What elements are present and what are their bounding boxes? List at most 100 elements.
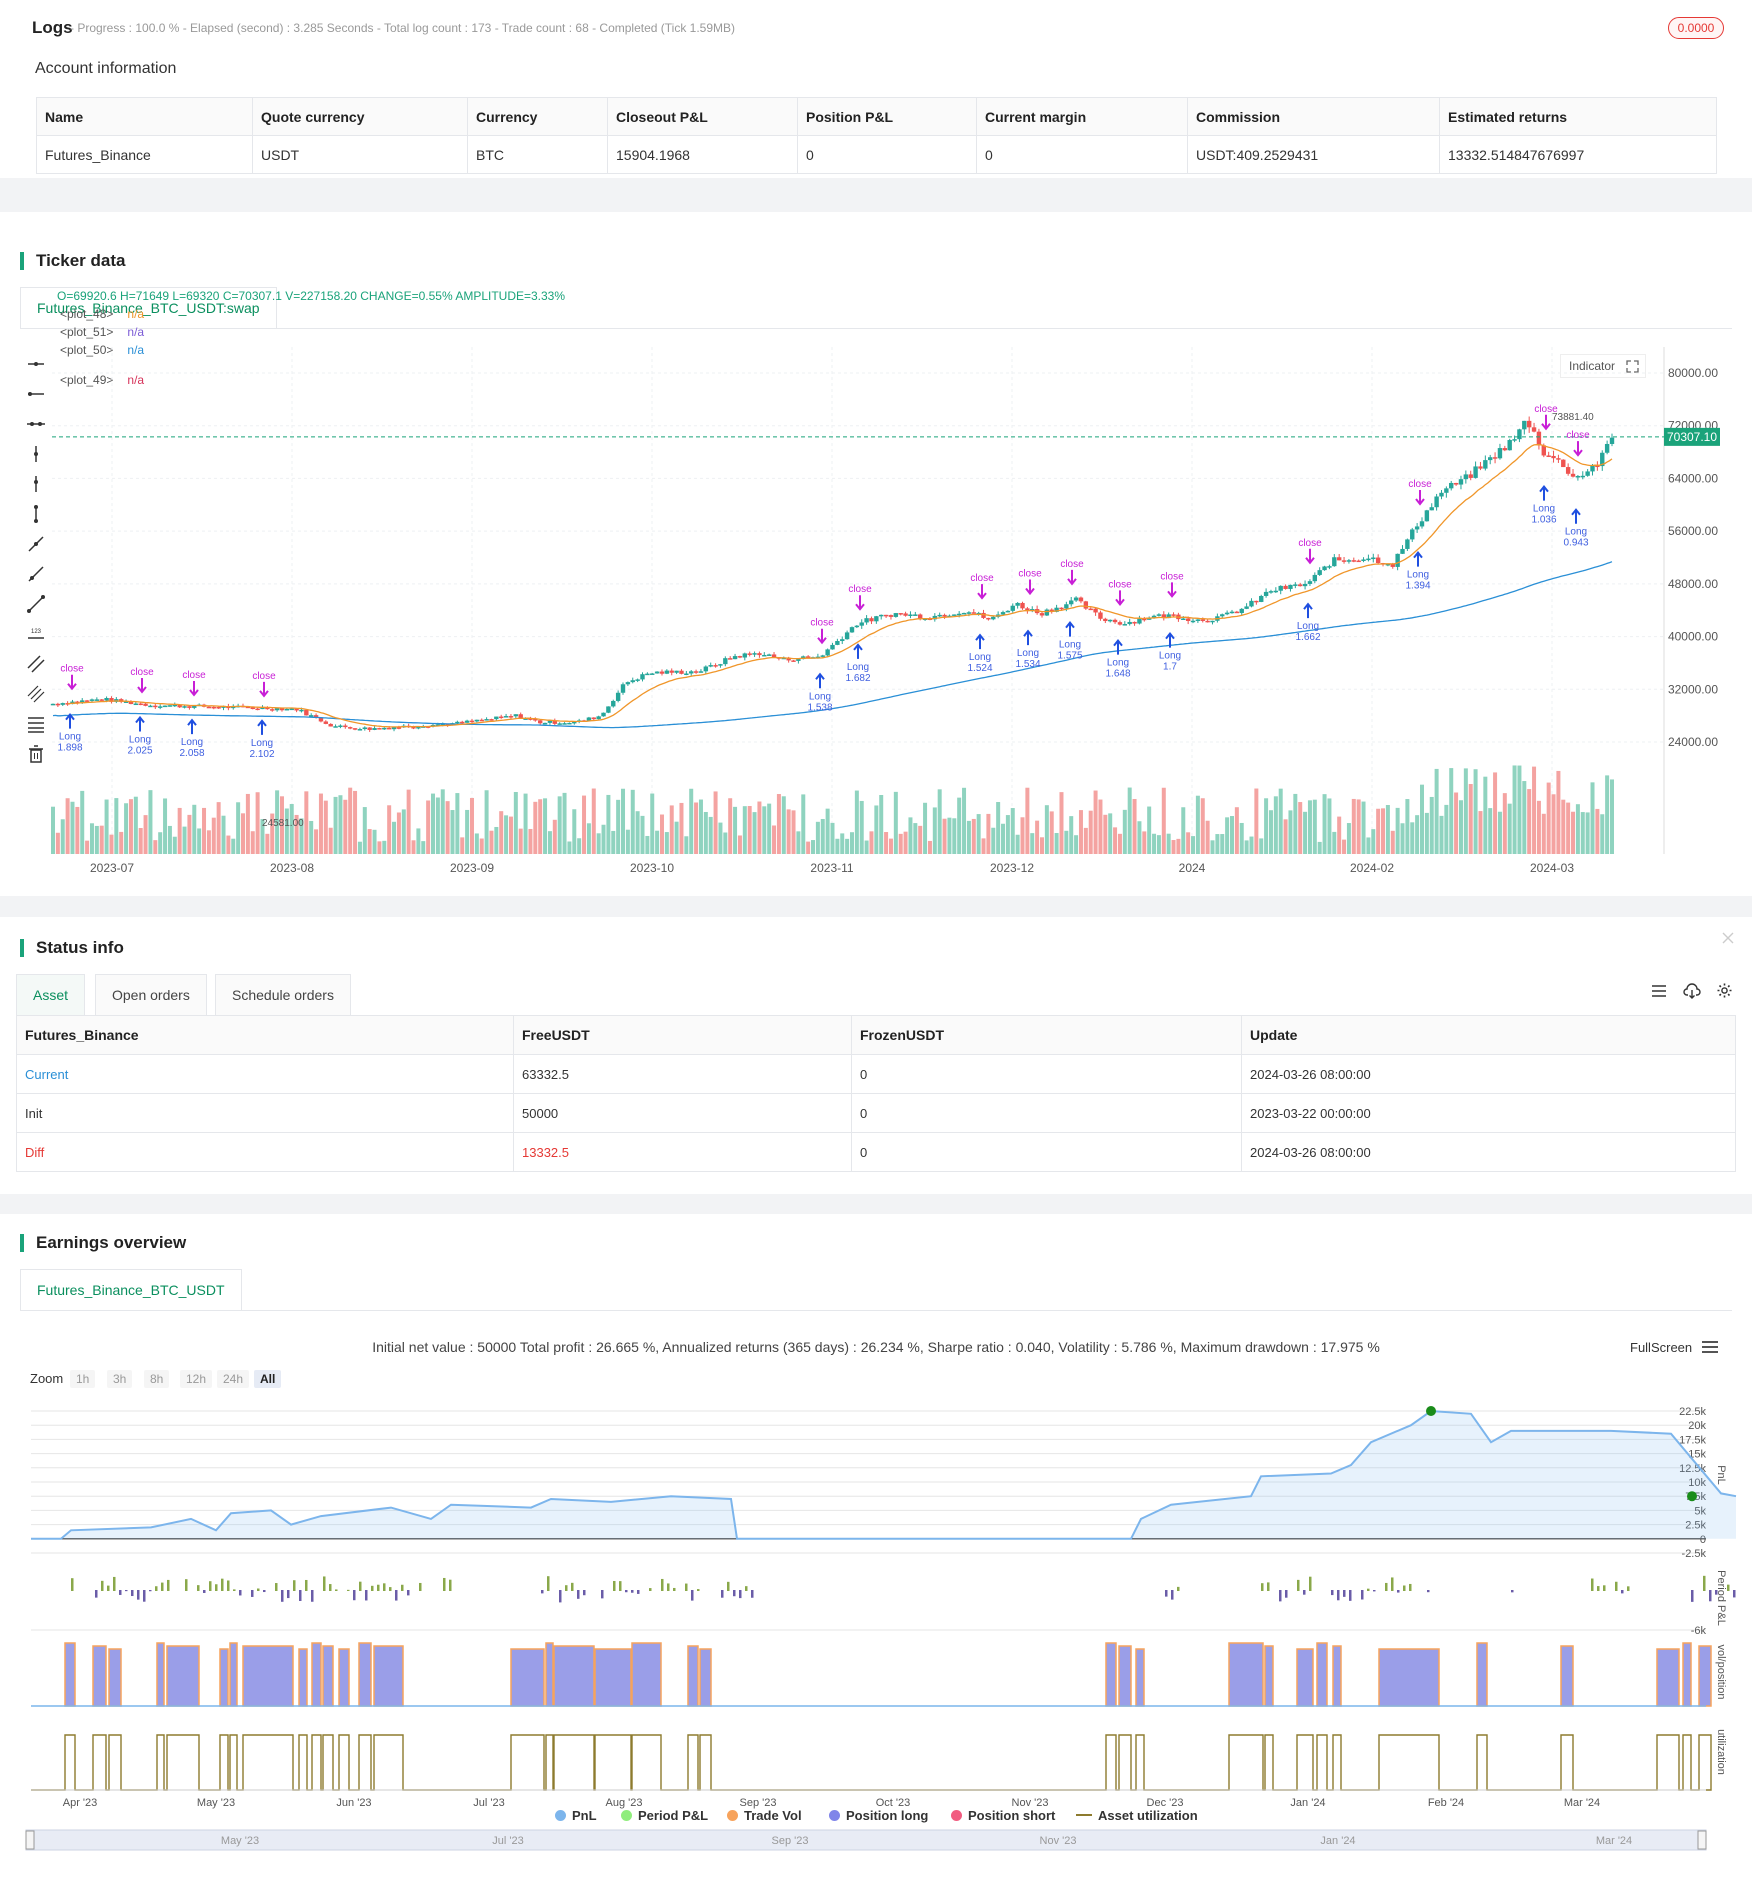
menu-icon[interactable] bbox=[1702, 1340, 1718, 1354]
volume-bar bbox=[1176, 838, 1181, 854]
volume-bar bbox=[879, 794, 884, 854]
volume-bar bbox=[1132, 798, 1137, 854]
candle-body bbox=[718, 664, 723, 666]
volume-bar bbox=[333, 796, 338, 854]
volume-bar bbox=[591, 788, 596, 854]
asset-cell: 63332.5 bbox=[513, 1054, 852, 1094]
legend-period-pnl[interactable]: Period P&L bbox=[621, 1808, 708, 1823]
zoom-12h-button[interactable]: 12h bbox=[180, 1370, 213, 1388]
long-size-label: 1.575 bbox=[1057, 651, 1082, 662]
zoom-3h-button[interactable]: 3h bbox=[107, 1370, 133, 1388]
earnings-charts[interactable]: 22.5k20k17.5k15k12.5k10k7.5k5k2.5k0-2.5k… bbox=[0, 1390, 1752, 1860]
close-label: close bbox=[60, 664, 84, 675]
close-arrow bbox=[1025, 579, 1035, 596]
cloud-download-icon[interactable] bbox=[1683, 983, 1701, 999]
volume-bar bbox=[1429, 796, 1434, 854]
zoom-8h-button[interactable]: 8h bbox=[144, 1370, 170, 1388]
candle-body bbox=[513, 714, 519, 717]
candle-body bbox=[94, 699, 100, 701]
candle-body bbox=[654, 671, 660, 674]
candle-body bbox=[844, 632, 850, 640]
legend-trade-vol[interactable]: Trade Vol bbox=[727, 1808, 802, 1823]
close-icon[interactable] bbox=[1722, 932, 1734, 944]
period-bar bbox=[389, 1587, 392, 1591]
volume-bar bbox=[728, 798, 733, 854]
volume-bar bbox=[1054, 833, 1059, 854]
candle-body bbox=[1468, 474, 1473, 478]
tab-earnings-symbol[interactable]: Futures_Binance_BTC_USDT bbox=[20, 1269, 242, 1310]
period-bar bbox=[1343, 1590, 1346, 1597]
candle-body bbox=[1497, 448, 1503, 459]
long-arrow bbox=[1303, 602, 1313, 619]
period-bar bbox=[335, 1589, 338, 1591]
legend-label: Asset utilization bbox=[1098, 1808, 1198, 1823]
candle-body bbox=[820, 655, 825, 657]
period-bar bbox=[1349, 1590, 1352, 1601]
candle-body bbox=[1117, 622, 1123, 625]
volume-bar bbox=[957, 797, 962, 854]
period-bar bbox=[541, 1590, 544, 1594]
legend-position-short[interactable]: Position short bbox=[951, 1808, 1055, 1823]
legend-pnl[interactable]: PnL bbox=[555, 1808, 597, 1823]
gear-icon[interactable] bbox=[1716, 982, 1733, 999]
volume-bar bbox=[991, 827, 996, 854]
period-bar bbox=[1331, 1590, 1334, 1596]
volume-bar bbox=[197, 828, 202, 854]
zoom-1h-button[interactable]: 1h bbox=[70, 1370, 96, 1388]
candle-body bbox=[1073, 597, 1079, 601]
volume-bar bbox=[55, 832, 60, 854]
volume-bar bbox=[1171, 840, 1176, 854]
volume-bar bbox=[192, 804, 197, 854]
period-bar bbox=[281, 1590, 284, 1602]
volume-bar bbox=[616, 799, 621, 854]
long-label: Long bbox=[847, 662, 869, 673]
volume-bar bbox=[348, 787, 353, 854]
volume-bar bbox=[1239, 822, 1244, 854]
candle-body bbox=[727, 658, 733, 660]
candle-body bbox=[825, 649, 830, 656]
position-bar bbox=[242, 1645, 294, 1707]
volume-bar bbox=[1541, 813, 1546, 854]
volume-bar bbox=[1122, 809, 1127, 854]
period-bar bbox=[365, 1590, 368, 1601]
list-icon[interactable] bbox=[1651, 983, 1667, 999]
candle-body bbox=[1526, 420, 1532, 428]
long-label: Long bbox=[1107, 658, 1129, 669]
earnings-title: Earnings overview bbox=[20, 1234, 186, 1252]
volume-bar bbox=[659, 814, 664, 854]
volume-bar bbox=[1463, 768, 1468, 854]
candle-body bbox=[625, 682, 631, 685]
long-size-label: 1.036 bbox=[1531, 515, 1556, 526]
volume-bar bbox=[796, 831, 801, 854]
candle-body bbox=[1322, 566, 1327, 571]
tab-schedule-orders[interactable]: Schedule orders bbox=[215, 974, 351, 1015]
candle-body bbox=[1103, 618, 1108, 622]
volume-bar bbox=[211, 817, 216, 854]
volume-bar bbox=[1142, 831, 1147, 854]
candle-body bbox=[494, 716, 499, 720]
candlestick-chart[interactable]: 80000.0072000.0064000.0056000.0048000.00… bbox=[0, 212, 1752, 896]
long-label: Long bbox=[129, 734, 151, 745]
legend-position-long[interactable]: Position long bbox=[829, 1808, 928, 1823]
fullscreen-button[interactable]: FullScreen bbox=[1630, 1340, 1692, 1355]
period-bar bbox=[733, 1590, 736, 1597]
zoom-24h-button[interactable]: 24h bbox=[217, 1370, 250, 1388]
volume-bar bbox=[469, 797, 474, 854]
candle-body bbox=[1312, 574, 1318, 582]
candle-body bbox=[1507, 440, 1512, 451]
tab-asset[interactable]: Asset bbox=[16, 974, 86, 1015]
navigator-track bbox=[25, 1829, 1707, 1851]
volume-bar bbox=[888, 838, 893, 854]
legend-asset-utilization[interactable]: Asset utilization bbox=[1076, 1808, 1198, 1823]
position-bar bbox=[631, 1642, 662, 1707]
long-label: Long bbox=[809, 691, 831, 702]
volume-bar bbox=[1039, 837, 1044, 854]
close-arrow bbox=[977, 584, 987, 600]
zoom-all-button[interactable]: All bbox=[254, 1370, 282, 1388]
period-bar bbox=[583, 1590, 586, 1596]
legend-dot bbox=[727, 1810, 738, 1821]
x-tick-label: 2023-12 bbox=[990, 861, 1034, 875]
long-size-label: 1.524 bbox=[967, 663, 992, 674]
account-cell: BTC bbox=[467, 135, 608, 174]
tab-open-orders[interactable]: Open orders bbox=[95, 974, 207, 1015]
